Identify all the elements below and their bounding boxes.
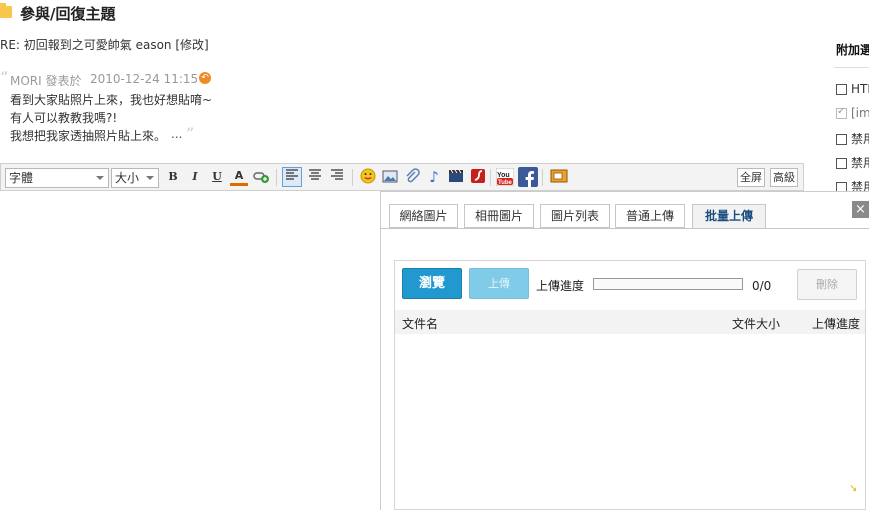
smiley-button[interactable] bbox=[359, 168, 377, 186]
progress-bar bbox=[593, 278, 743, 290]
align-left-button[interactable] bbox=[282, 167, 302, 187]
quote-open-icon: “ bbox=[0, 68, 9, 87]
paperclip-icon bbox=[406, 168, 420, 183]
file-list-header bbox=[395, 310, 865, 334]
option-label: [img] bbox=[851, 106, 869, 120]
smiley-icon bbox=[360, 168, 376, 184]
column-filesize: 文件大小 bbox=[732, 317, 781, 331]
link-icon bbox=[253, 172, 269, 183]
quote-line: 我想把我家透抽照片貼上來。 bbox=[10, 129, 167, 143]
image-icon bbox=[382, 170, 398, 183]
tab-batch-upload[interactable]: 批量上傳 bbox=[692, 204, 766, 229]
underline-button[interactable]: U bbox=[208, 168, 226, 186]
progress-label: 上傳進度 bbox=[536, 279, 585, 293]
music-button[interactable]: ♪ bbox=[425, 168, 443, 186]
option-label: HTML bbox=[851, 82, 869, 96]
subject-line: RE: 初回報到之可愛帥氣 eason [修改] bbox=[0, 38, 209, 52]
option-disable-1[interactable]: 禁用 bbox=[836, 130, 869, 147]
checkbox[interactable] bbox=[836, 84, 847, 95]
chevron-down-icon bbox=[96, 176, 104, 180]
music-note-icon: ♪ bbox=[429, 168, 439, 186]
svg-text:You: You bbox=[497, 172, 510, 179]
option-label: 禁用 bbox=[851, 132, 869, 146]
link-button[interactable] bbox=[252, 168, 270, 186]
tab-web-image[interactable]: 網絡圖片 bbox=[389, 204, 458, 228]
toolbar-divider bbox=[352, 169, 353, 186]
fullscreen-button[interactable]: 全屏 bbox=[737, 168, 765, 187]
sidebar-title: 附加選項 bbox=[836, 43, 869, 57]
media-box-icon bbox=[550, 169, 568, 183]
film-icon bbox=[449, 169, 463, 182]
quote-ellipsis: ... bbox=[171, 127, 183, 141]
close-icon[interactable]: × bbox=[852, 201, 869, 218]
browse-button[interactable]: 瀏覽 bbox=[402, 268, 462, 299]
align-left-icon bbox=[286, 169, 298, 180]
reply-icon[interactable]: ↶ bbox=[199, 72, 211, 84]
youtube-button[interactable]: You Tube bbox=[495, 167, 515, 187]
facebook-button[interactable] bbox=[518, 167, 538, 187]
checkbox[interactable] bbox=[836, 106, 847, 119]
facebook-icon bbox=[518, 167, 538, 187]
sidebar-divider bbox=[834, 67, 869, 68]
align-right-icon bbox=[331, 169, 343, 180]
image-button[interactable] bbox=[381, 168, 399, 186]
video-button[interactable] bbox=[447, 168, 465, 186]
resize-grip-icon[interactable]: ↘ bbox=[849, 483, 857, 494]
tab-album-image[interactable]: 相冊圖片 bbox=[464, 204, 534, 228]
upload-panel bbox=[394, 260, 866, 510]
option-label: 禁用 bbox=[851, 156, 869, 170]
italic-button[interactable]: I bbox=[186, 168, 204, 186]
quote-close-icon: ” bbox=[186, 124, 195, 143]
tab-divider bbox=[380, 228, 869, 229]
checkbox[interactable] bbox=[836, 158, 847, 169]
toolbar-divider bbox=[490, 169, 491, 186]
bold-button[interactable]: B bbox=[164, 168, 182, 186]
align-center-button[interactable] bbox=[306, 168, 324, 186]
tab-normal-upload[interactable]: 普通上傳 bbox=[615, 204, 685, 228]
font-family-select[interactable]: 字體 bbox=[5, 168, 109, 188]
upload-button[interactable]: 上傳 bbox=[469, 268, 529, 299]
toolbar-divider bbox=[542, 169, 543, 186]
flash-icon bbox=[471, 169, 485, 183]
editor-toolbar: 字體 大小 B I U A ♪ You Tube 全屏 高級 bbox=[0, 163, 804, 191]
toolbar-divider bbox=[276, 169, 277, 186]
tab-image-list[interactable]: 圖片列表 bbox=[540, 204, 610, 228]
progress-count: 0/0 bbox=[752, 279, 772, 293]
quote-line: 有人可以教教我嗎?! bbox=[10, 111, 118, 125]
align-center-icon bbox=[309, 169, 321, 180]
media-button[interactable] bbox=[550, 168, 568, 186]
font-size-label: 大小 bbox=[115, 171, 140, 185]
advanced-button[interactable]: 高級 bbox=[770, 168, 798, 187]
svg-text:Tube: Tube bbox=[498, 180, 513, 186]
font-size-select[interactable]: 大小 bbox=[111, 168, 159, 188]
chevron-down-icon bbox=[146, 176, 154, 180]
quote-date: 2010-12-24 11:15 bbox=[90, 72, 199, 86]
column-progress: 上傳進度 bbox=[812, 317, 861, 331]
flash-button[interactable] bbox=[469, 168, 487, 186]
attachment-button[interactable] bbox=[403, 168, 421, 186]
youtube-icon: YouTube bbox=[495, 167, 515, 187]
align-right-button[interactable] bbox=[328, 168, 346, 186]
quote-line: 看到大家貼照片上來，我也好想貼唷~ bbox=[10, 93, 213, 107]
font-family-label: 字體 bbox=[9, 171, 34, 185]
column-filename: 文件名 bbox=[402, 317, 439, 331]
page-title: 參與/回復主題 bbox=[20, 5, 116, 23]
option-html[interactable]: HTML bbox=[836, 82, 869, 96]
folder-icon bbox=[0, 3, 12, 18]
option-img[interactable]: [img] bbox=[836, 106, 869, 120]
option-disable-2[interactable]: 禁用 bbox=[836, 154, 869, 171]
quote-author: MORI 發表於 bbox=[10, 74, 82, 88]
font-color-button[interactable]: A bbox=[230, 168, 248, 186]
delete-button[interactable]: 刪除 bbox=[797, 269, 857, 300]
checkbox[interactable] bbox=[836, 134, 847, 145]
